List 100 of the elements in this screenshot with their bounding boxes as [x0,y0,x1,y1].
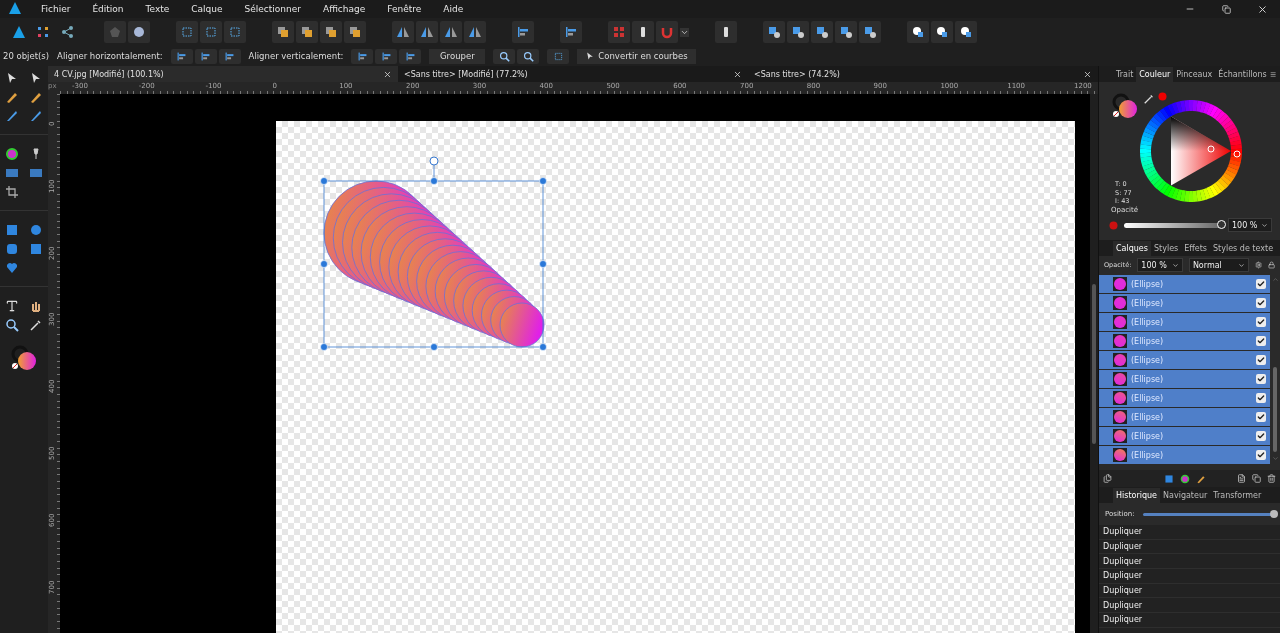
group-button[interactable]: Grouper [429,48,486,64]
history-entry[interactable]: Dupliquer [1099,598,1280,614]
panel-tab[interactable]: Effets [1181,240,1210,256]
color-swatch-icon[interactable] [10,344,38,372]
visibility-checkbox[interactable] [1256,374,1266,384]
layer-row[interactable]: (Ellipse) [1099,427,1270,445]
geometry-icon[interactable] [911,25,925,39]
lock-icon[interactable] [1267,261,1275,269]
align-icon[interactable] [404,50,416,62]
boolean-icon[interactable] [839,25,853,39]
align-icon[interactable] [200,50,212,62]
panel-tab[interactable]: Calques [1113,240,1151,256]
menu-item[interactable]: Édition [81,4,135,14]
panel-tab[interactable]: Historique [1113,487,1161,503]
panel-tab[interactable]: Couleur [1136,66,1174,82]
caret-icon[interactable] [1261,221,1268,229]
menu-item[interactable]: Aide [432,4,475,14]
visibility-checkbox[interactable] [1256,317,1266,327]
boolean-icon[interactable] [815,25,829,39]
duplicate-icon[interactable] [1252,474,1261,483]
menu-item[interactable]: Affichage [312,4,377,14]
layer-row[interactable]: (Ellipse) [1099,408,1270,426]
visibility-checkbox[interactable] [1256,450,1266,460]
panel-tab[interactable]: Styles de texte [1210,240,1277,256]
color-wheel[interactable] [1138,98,1244,204]
layer-row[interactable]: (Ellipse) [1099,370,1270,388]
select-icon[interactable] [204,25,218,39]
menu-item[interactable]: Texte [134,4,181,14]
layer-row[interactable]: (Ellipse) [1099,446,1270,464]
heart-icon[interactable] [5,260,19,275]
flip-icon[interactable] [444,25,458,39]
layer-row[interactable]: (Ellipse) [1099,351,1270,369]
document-tab[interactable]: 4 CV.jpg [Modifié] (100.1%) [48,66,398,82]
caret-icon[interactable] [1171,261,1179,269]
zoom-icon[interactable] [5,317,19,332]
grid-persona-icon[interactable] [36,25,50,39]
text-tool-icon[interactable] [5,298,19,313]
visibility-checkbox[interactable] [1256,279,1266,289]
layers-icon[interactable] [1103,474,1112,483]
restore-icon[interactable] [1221,4,1231,14]
grid-icon[interactable] [612,25,626,39]
menu-item[interactable]: Fenêtre [376,4,433,14]
rectangle-icon[interactable] [5,222,19,237]
panel-tab[interactable]: Pinceaux [1173,66,1216,82]
select-icon[interactable] [180,25,194,39]
blend-mode-dropdown[interactable]: Normal [1188,258,1249,272]
boolean-icon[interactable] [791,25,805,39]
crop-icon[interactable] [5,184,19,199]
layer-row[interactable]: (Ellipse) [1099,389,1270,407]
caret-icon[interactable] [680,27,689,37]
align-icon[interactable] [176,50,188,62]
panel-tab[interactable]: Styles [1150,240,1182,256]
eyedropper-icon[interactable] [1143,93,1155,105]
history-entry[interactable]: Dupliquer [1099,525,1280,540]
flip-icon[interactable] [420,25,434,39]
history-entry[interactable]: Dupliquer [1099,569,1280,584]
menu-item[interactable]: Sélectionner [233,4,312,14]
align-icon[interactable] [380,50,392,62]
panel-tab[interactable]: Transformer [1210,487,1265,503]
visibility-checkbox[interactable] [1256,298,1266,308]
shape-icon[interactable] [29,241,43,256]
close-tab-icon[interactable] [383,69,392,79]
layer-row[interactable]: (Ellipse) [1099,313,1270,331]
geometry-icon[interactable] [935,25,949,39]
shape-icon[interactable] [132,25,146,39]
arrange-icon[interactable] [324,25,338,39]
close-icon[interactable] [1256,3,1268,15]
menu-item[interactable]: Fichier [30,4,82,14]
delete-icon[interactable] [1267,474,1276,483]
visibility-checkbox[interactable] [1256,431,1266,441]
caret-icon[interactable] [1237,261,1245,269]
visibility-checkbox[interactable] [1256,412,1266,422]
convert-to-curves-button[interactable]: Convertir en courbes [577,48,696,64]
history-entry[interactable]: Dupliquer [1099,539,1280,555]
align-icon[interactable] [564,25,578,39]
layer-row[interactable]: (Ellipse) [1099,332,1270,350]
app-logo[interactable] [8,0,22,15]
panel-tab[interactable]: Échantillons [1215,66,1270,82]
color-swatch-icon[interactable] [1111,92,1139,120]
visibility-checkbox[interactable] [1256,355,1266,365]
add-layer-icon[interactable] [1237,474,1246,483]
flip-icon[interactable] [396,25,410,39]
slider-thumb[interactable] [1270,509,1278,518]
history-entry[interactable]: Dupliquer [1099,583,1280,599]
panel-tab[interactable]: Navigateur [1160,487,1211,503]
layer-row[interactable]: (Ellipse) [1099,294,1270,312]
close-tab-icon[interactable] [733,69,742,79]
visibility-checkbox[interactable] [1256,336,1266,346]
scrollbar-thumb[interactable] [1273,366,1277,452]
arrange-icon[interactable] [300,25,314,39]
menu-item[interactable]: Calque [180,4,234,14]
history-entry[interactable]: Dupliquer [1099,554,1280,570]
history-entry[interactable]: Dupliquer [1099,613,1280,628]
align-icon[interactable] [356,50,368,62]
settings-icon[interactable] [1254,261,1262,269]
selection-box[interactable] [320,156,547,351]
visibility-checkbox[interactable] [1256,393,1266,403]
scrollbar-thumb[interactable] [1092,284,1096,444]
layer-row[interactable]: (Ellipse) [1099,275,1270,293]
slider-thumb[interactable] [1217,219,1226,229]
